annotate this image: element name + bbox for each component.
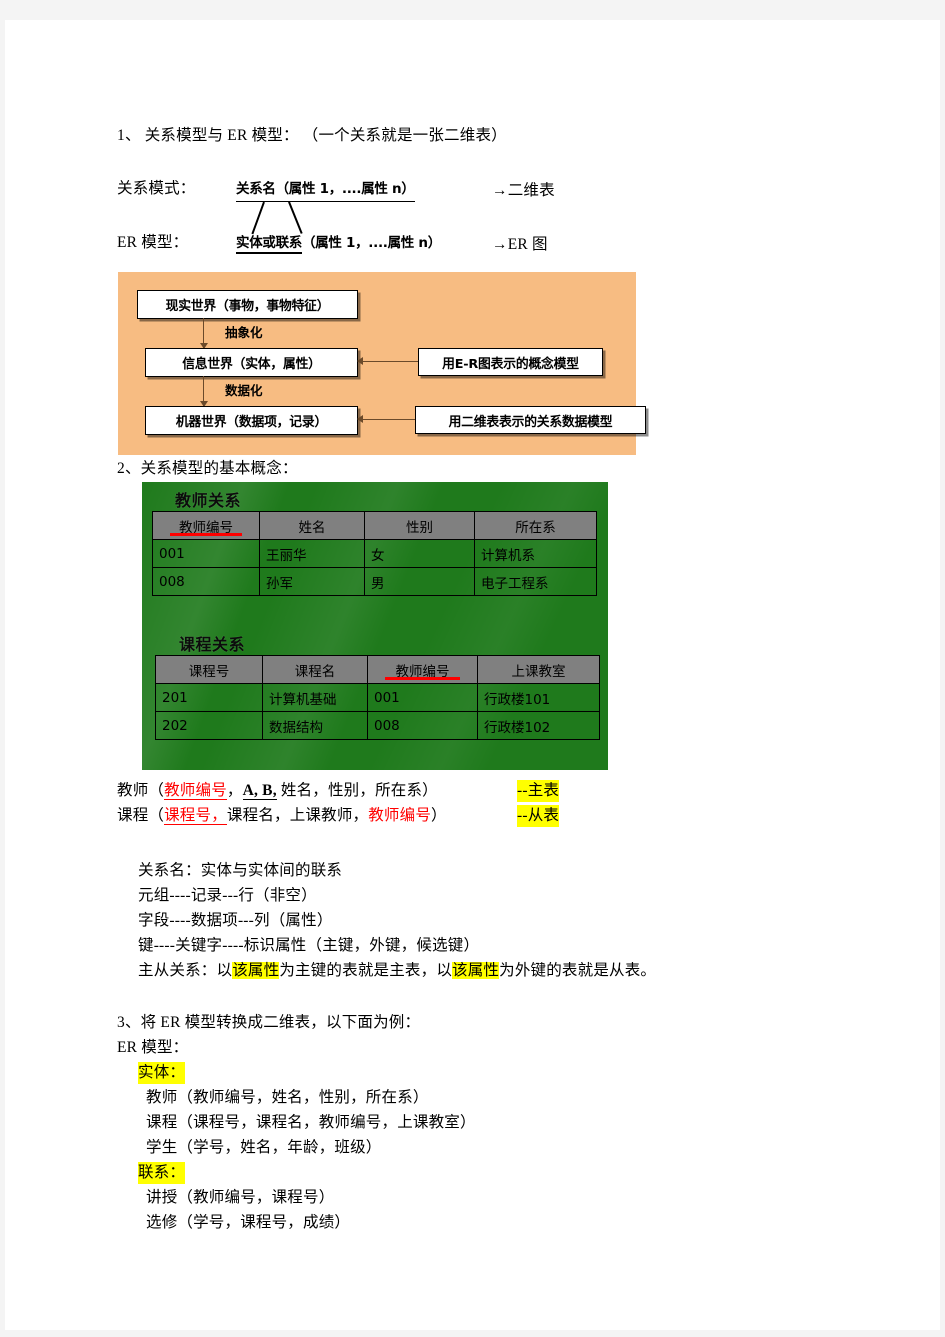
table-cell: 001 bbox=[152, 539, 260, 568]
label-abstraction: 抽象化 bbox=[225, 325, 263, 340]
course-relation-line: 课程（课程号，课程名，上课教师，教师编号） bbox=[117, 805, 447, 827]
relationship-heading: 联系： bbox=[138, 1162, 186, 1185]
column-header: 教师编号 bbox=[367, 655, 478, 684]
master-detail-part-b: 为主键的表就是主表，以 bbox=[279, 962, 453, 979]
teacher-relation-prefix: 教师（ bbox=[117, 782, 165, 799]
diagram-box-relational-note: 用二维表表示的关系数据模型 bbox=[415, 406, 646, 434]
column-header: 性别 bbox=[364, 511, 475, 540]
er-model-label: ER 模型： bbox=[117, 234, 189, 251]
teacher-relation-rest: 姓名，性别，所在系） bbox=[276, 782, 438, 799]
teacher-primary-key: 教师编号 bbox=[164, 782, 227, 800]
table-cell: 计算机基础 bbox=[262, 683, 368, 712]
table-cell: 201 bbox=[155, 683, 263, 712]
er-formula-rest: （属性 1，....属性 n） bbox=[302, 235, 441, 251]
section3-title: 3、将 ER 模型转换成二维表，以下面为例： bbox=[117, 1014, 421, 1031]
arrow-datafication bbox=[198, 376, 210, 407]
course-relation-suffix: ） bbox=[431, 807, 447, 824]
definition-master-detail: 主从关系：以该属性为主键的表就是主表，以该属性为外键的表就是从表。 bbox=[138, 960, 656, 982]
table-cell: 008 bbox=[367, 711, 478, 740]
table-cell: 电子工程系 bbox=[474, 567, 597, 596]
column-header: 上课教室 bbox=[477, 655, 600, 684]
table-cell: 001 bbox=[367, 683, 478, 712]
course-primary-key: 课程号， bbox=[164, 807, 227, 825]
table-header-row: 课程号 课程名 教师编号 上课教室 bbox=[155, 655, 600, 684]
table-cell: 孙军 bbox=[259, 567, 365, 596]
table-row: 001 王丽华 女 计算机系 bbox=[152, 539, 597, 568]
diagram-box-machine-world: 机器世界（数据项，记录） bbox=[145, 406, 358, 435]
course-table-caption: 课程关系 bbox=[179, 635, 246, 654]
table-cell: 202 bbox=[155, 711, 263, 740]
master-detail-highlight-2: 该属性 bbox=[452, 962, 500, 979]
section2-title: 2、关系模型的基本概念： bbox=[117, 460, 298, 477]
definition-relation-name: 关系名：实体与实体间的联系 bbox=[138, 862, 343, 879]
entity-student: 学生（学号，姓名，年龄，班级） bbox=[146, 1139, 382, 1156]
definition-tuple: 元组----记录---行（非空） bbox=[138, 887, 317, 904]
table-cell: 男 bbox=[364, 567, 475, 596]
er-model-formula: 实体或联系（属性 1，....属性 n） bbox=[236, 234, 441, 254]
arrow-er-note bbox=[357, 355, 418, 368]
arrow-relational-note bbox=[357, 413, 415, 426]
diagram-box-er-note: 用E-R图表示的概念模型 bbox=[418, 348, 603, 376]
label-datafication: 数据化 bbox=[225, 383, 263, 398]
table-cell: 计算机系 bbox=[474, 539, 597, 568]
schema-formula: 关系名（属性 1，....属性 n） bbox=[236, 180, 415, 202]
master-detail-part-a: 主从关系：以 bbox=[138, 962, 233, 979]
table-cell: 女 bbox=[364, 539, 475, 568]
definition-key: 键----关键字----标识属性（主键，外键，候选键） bbox=[138, 937, 480, 954]
relational-tables-figure: 教师关系 教师编号 姓名 性别 所在系 001 王丽华 女 计算机系 008 孙… bbox=[142, 482, 608, 770]
course-relation-mid: 课程名，上课教师， bbox=[226, 807, 369, 824]
relationship-elective: 选修（学号，课程号，成绩） bbox=[146, 1214, 351, 1231]
course-foreign-key: 教师编号 bbox=[368, 807, 432, 824]
teacher-separator: ， bbox=[226, 782, 243, 799]
table-header-row: 教师编号 姓名 性别 所在系 bbox=[152, 511, 597, 540]
document-page: 1、 关系模型与 ER 模型： （一个关系就是一张二维表） 关系模式： 关系名（… bbox=[5, 20, 940, 1330]
table-cell: 王丽华 bbox=[259, 539, 365, 568]
schema-label: 关系模式： bbox=[117, 180, 196, 197]
column-header: 课程号 bbox=[155, 655, 263, 684]
table-cell: 行政楼101 bbox=[477, 683, 600, 712]
teacher-table: 教师编号 姓名 性别 所在系 001 王丽华 女 计算机系 008 孙军 男 电 bbox=[152, 511, 597, 596]
definition-field: 字段----数据项---列（属性） bbox=[138, 912, 333, 929]
table-cell: 数据结构 bbox=[262, 711, 368, 740]
course-table-tag: --从表 bbox=[517, 805, 560, 828]
connector-line-right bbox=[288, 201, 303, 234]
table-row: 202 数据结构 008 行政楼102 bbox=[155, 711, 600, 740]
relationship-teach: 讲授（教师编号，课程号） bbox=[146, 1189, 335, 1206]
entity-course: 课程（课程号，课程名，教师编号，上课教室） bbox=[146, 1114, 476, 1131]
teacher-table-tag: --主表 bbox=[517, 780, 560, 803]
er-formula-underlined: 实体或联系 bbox=[236, 235, 302, 254]
table-cell: 008 bbox=[152, 567, 260, 596]
arrow-abstraction bbox=[198, 318, 210, 349]
schema-arrow-label: →二维表 bbox=[492, 182, 555, 199]
entity-teacher: 教师（教师编号，姓名，性别，所在系） bbox=[146, 1089, 429, 1106]
entity-heading: 实体： bbox=[138, 1062, 186, 1085]
connector-line-left bbox=[251, 201, 265, 235]
section3-er-label: ER 模型： bbox=[117, 1039, 189, 1056]
diagram-box-real-world: 现实世界（事物，事物特征） bbox=[137, 290, 358, 319]
table-row: 201 计算机基础 001 行政楼101 bbox=[155, 683, 600, 712]
master-detail-highlight-1: 该属性 bbox=[232, 962, 280, 979]
teacher-relation-line: 教师（教师编号，A, B, 姓名，性别，所在系） bbox=[117, 780, 438, 802]
table-cell: 行政楼102 bbox=[477, 711, 600, 740]
diagram-box-info-world: 信息世界（实体，属性） bbox=[145, 348, 358, 377]
teacher-table-caption: 教师关系 bbox=[175, 491, 242, 510]
course-table: 课程号 课程名 教师编号 上课教室 201 计算机基础 001 行政楼101 2… bbox=[155, 655, 600, 740]
er-arrow-label: →ER 图 bbox=[492, 236, 548, 253]
column-header: 所在系 bbox=[474, 511, 597, 540]
column-header: 课程名 bbox=[262, 655, 368, 684]
table-row: 008 孙军 男 电子工程系 bbox=[152, 567, 597, 596]
section1-title: 1、 关系模型与 ER 模型： （一个关系就是一张二维表） bbox=[117, 127, 507, 144]
teacher-ab-marker: A, B, bbox=[242, 782, 277, 800]
concept-model-diagram: 现实世界（事物，事物特征） 抽象化 信息世界（实体，属性） 数据化 机器世界（数… bbox=[118, 272, 646, 455]
course-relation-prefix: 课程（ bbox=[117, 807, 165, 824]
master-detail-part-c: 为外键的表就是从表。 bbox=[499, 962, 657, 979]
column-header: 教师编号 bbox=[152, 511, 260, 540]
column-header: 姓名 bbox=[259, 511, 365, 540]
